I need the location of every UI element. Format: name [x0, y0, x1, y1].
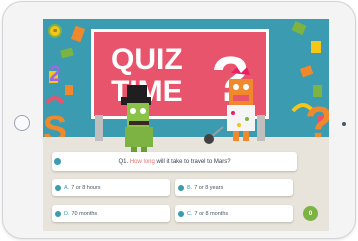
- answer-letter: B.: [187, 184, 193, 191]
- question-number: Q1.: [118, 158, 129, 165]
- speaker-icon[interactable]: [178, 184, 184, 191]
- answer-letter: C.: [187, 210, 193, 217]
- answer-text: 70 months: [71, 210, 98, 217]
- speaker-icon[interactable]: [178, 210, 184, 217]
- speaker-icon[interactable]: [54, 158, 61, 165]
- answer-letter: A.: [64, 184, 70, 191]
- answer-text: 7 or 8 years: [194, 184, 224, 191]
- answer-text: 7 or 8 months: [194, 210, 229, 217]
- answer-c-button[interactable]: C. 7 or 8 months: [175, 205, 293, 222]
- answer-d-button[interactable]: D. 70 months: [52, 205, 170, 222]
- question-bar: Q1. How long will it take to travel to M…: [52, 152, 297, 171]
- svg-text:2: 2: [49, 61, 61, 86]
- timer-badge: 0: [303, 206, 318, 221]
- camera-dot: [342, 122, 346, 126]
- home-button[interactable]: [14, 115, 30, 131]
- sign-line1: QUIZ: [111, 43, 183, 76]
- game-screen: ? S 2 QUIZ TIME ?: [43, 19, 329, 231]
- speaker-icon[interactable]: [55, 184, 61, 191]
- answer-text: 7 or 8 hours: [71, 184, 101, 191]
- question-highlight: How long: [129, 158, 155, 165]
- speaker-icon[interactable]: [55, 210, 61, 217]
- answer-b-button[interactable]: B. 7 or 8 years: [175, 179, 293, 196]
- answer-a-button[interactable]: A. 7 or 8 hours: [52, 179, 170, 196]
- question-text: will it take to travel to Mars?: [156, 158, 231, 165]
- tablet-frame: ? S 2 QUIZ TIME ?: [2, 1, 356, 239]
- timer-value: 0: [308, 210, 313, 217]
- menu-button[interactable]: ≡: [48, 24, 62, 38]
- quiz-scene: ? S 2 QUIZ TIME ?: [43, 19, 329, 231]
- answer-letter: D.: [64, 210, 70, 217]
- menu-icon: ≡: [52, 27, 58, 35]
